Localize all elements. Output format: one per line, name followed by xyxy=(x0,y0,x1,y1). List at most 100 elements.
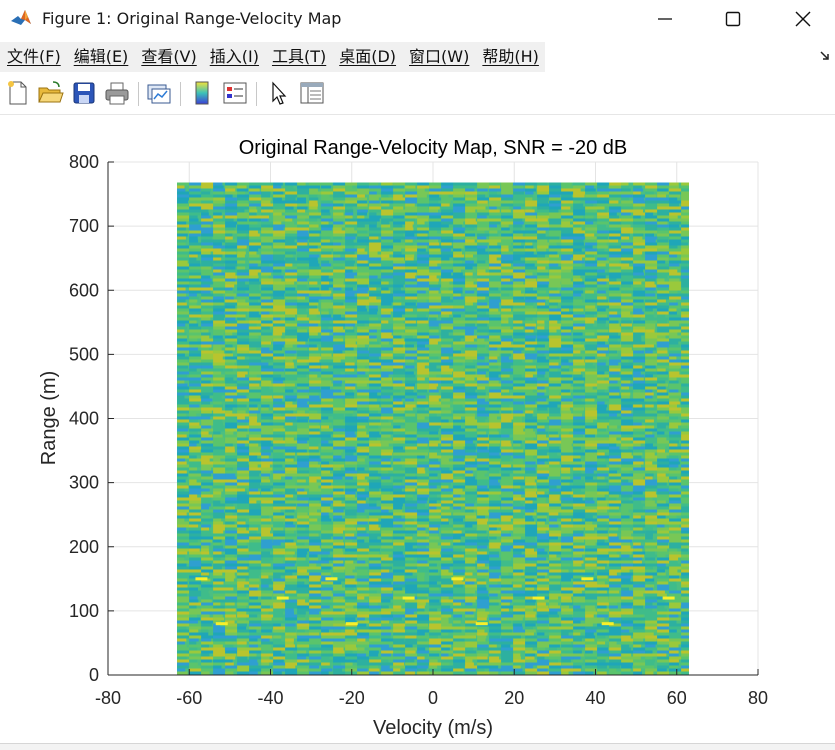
heatmap-cell xyxy=(681,243,688,246)
link-plot-button[interactable] xyxy=(145,79,173,107)
heatmap-cell xyxy=(285,513,295,516)
heatmap-cell xyxy=(345,210,353,213)
range-velocity-heatmap[interactable]: -80-60-40-20020406080 010020030040050060… xyxy=(0,115,835,743)
heatmap-cell xyxy=(333,372,340,375)
heatmap-cell xyxy=(405,423,418,426)
maximize-button[interactable] xyxy=(703,0,763,38)
menu-view[interactable]: 查看(V) xyxy=(134,42,202,72)
heatmap-cell xyxy=(525,303,533,306)
heatmap-cell xyxy=(261,198,272,201)
menu-insert[interactable]: 插入(I) xyxy=(203,42,265,72)
heatmap-cell xyxy=(201,312,215,315)
heatmap-cell xyxy=(393,492,407,495)
heatmap-cell xyxy=(261,414,273,417)
heatmap-cell xyxy=(657,198,669,201)
menu-tools[interactable]: 工具(T) xyxy=(265,42,332,72)
heatmap-cell xyxy=(273,408,287,411)
heatmap-cell xyxy=(441,471,452,474)
heatmap-cell xyxy=(501,483,514,486)
heatmap-cell xyxy=(405,459,418,462)
heatmap-cell xyxy=(453,333,466,336)
menu-help[interactable]: 帮助(H) xyxy=(475,42,545,72)
menu-desktop[interactable]: 桌面(D) xyxy=(332,42,402,72)
heatmap-cell xyxy=(621,468,634,471)
heatmap-cell xyxy=(549,327,560,330)
heatmap-cell xyxy=(237,522,245,525)
legend-button[interactable] xyxy=(221,79,249,107)
heatmap-cell xyxy=(381,291,390,294)
heatmap-cell xyxy=(213,183,222,186)
heatmap-cell xyxy=(657,255,670,258)
heatmap-cell xyxy=(213,408,222,411)
heatmap-cell xyxy=(225,408,233,411)
heatmap-cell xyxy=(321,210,330,213)
heatmap-cell xyxy=(645,315,654,318)
heatmap-cell xyxy=(273,510,280,513)
heatmap-cell xyxy=(633,462,644,465)
heatmap-cell xyxy=(633,453,642,456)
colorbar-button[interactable] xyxy=(188,79,216,107)
new-figure-button[interactable] xyxy=(4,79,32,107)
menu-file[interactable]: 文件(F) xyxy=(0,42,67,72)
heatmap-cell xyxy=(501,360,514,363)
heatmap-cell xyxy=(633,477,643,480)
close-button[interactable] xyxy=(773,0,833,38)
heatmap-cell xyxy=(321,336,335,339)
heatmap-cell xyxy=(405,222,414,225)
heatmap-cell xyxy=(405,387,414,390)
save-button[interactable] xyxy=(70,79,98,107)
heatmap-cell xyxy=(381,471,388,474)
heatmap-cell xyxy=(513,486,520,489)
heatmap-cell xyxy=(681,324,689,327)
heatmap-cell xyxy=(465,378,474,381)
minimize-button[interactable] xyxy=(635,0,695,38)
heatmap-cell xyxy=(441,510,455,513)
heatmap-cell xyxy=(297,402,307,405)
heatmap-cell xyxy=(213,372,221,375)
heatmap-cell xyxy=(213,435,223,438)
heatmap-cell xyxy=(621,426,635,429)
heatmap-cell xyxy=(213,342,225,345)
heatmap-cell xyxy=(369,489,379,492)
heatmap-cell xyxy=(237,387,250,390)
heatmap-cell xyxy=(525,252,534,255)
heatmap-cell xyxy=(609,291,622,294)
heatmap-cell xyxy=(633,507,643,510)
heatmap-cell xyxy=(561,399,573,402)
heatmap-cell xyxy=(273,369,284,372)
heatmap-cell xyxy=(213,246,227,249)
open-file-button[interactable] xyxy=(36,79,64,107)
heatmap-cell xyxy=(681,369,689,372)
heatmap-cell xyxy=(405,435,417,438)
heatmap-cell xyxy=(261,297,271,300)
heatmap-cell xyxy=(477,459,490,462)
heatmap-cell xyxy=(213,264,224,267)
heatmap-cell xyxy=(201,513,214,516)
heatmap-cell xyxy=(273,423,285,426)
menu-window[interactable]: 窗口(W) xyxy=(402,42,475,72)
heatmap-cell xyxy=(429,384,438,387)
heatmap-cell xyxy=(525,264,535,267)
heatmap-cell xyxy=(321,462,329,465)
heatmap-cell xyxy=(549,252,557,255)
heatmap-cell xyxy=(381,513,394,516)
heatmap-cell xyxy=(525,414,533,417)
heatmap-cell xyxy=(177,390,185,393)
heatmap-cell xyxy=(585,234,594,237)
heatmap-cell xyxy=(177,261,188,264)
heatmap-cell xyxy=(573,405,587,408)
select-pointer-button[interactable] xyxy=(264,79,292,107)
dock-arrow-icon[interactable] xyxy=(819,50,831,65)
print-button[interactable] xyxy=(103,79,131,107)
property-inspector-button[interactable] xyxy=(298,79,326,107)
menu-edit[interactable]: 编辑(E) xyxy=(67,42,135,72)
heatmap-cell xyxy=(657,390,667,393)
heatmap-cell xyxy=(393,339,404,342)
heatmap-cell xyxy=(357,282,370,285)
heatmap-cell xyxy=(681,339,689,342)
heatmap-cell xyxy=(321,282,329,285)
heatmap-cell xyxy=(501,459,510,462)
heatmap-cell xyxy=(681,276,689,279)
heatmap-cell xyxy=(585,246,593,249)
heatmap-cell xyxy=(477,390,486,393)
